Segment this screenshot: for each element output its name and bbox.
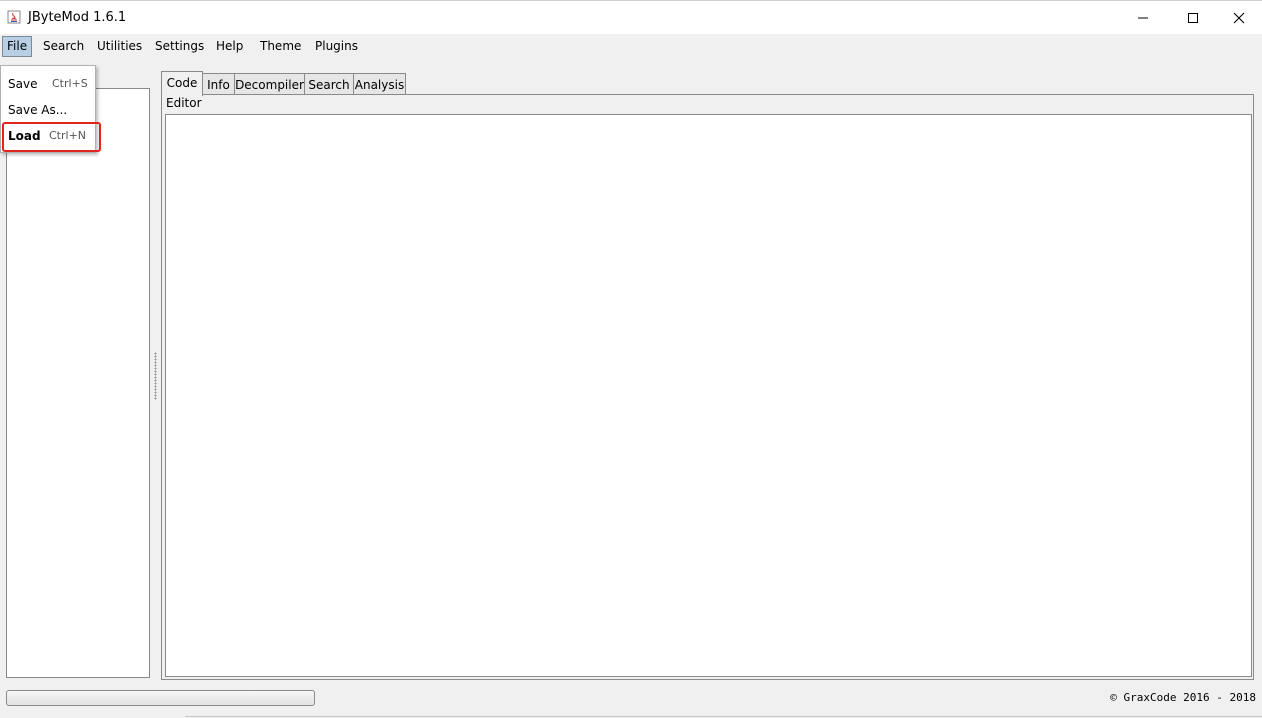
menu-plugins[interactable]: Plugins bbox=[311, 36, 362, 57]
window-bottom-border bbox=[185, 716, 1262, 717]
menu-item-save[interactable]: Save Ctrl+S bbox=[1, 72, 95, 96]
split-pane-divider[interactable] bbox=[154, 352, 157, 400]
menu-item-save-as[interactable]: Save As... bbox=[1, 98, 95, 122]
maximize-icon bbox=[1188, 12, 1198, 23]
minimize-icon bbox=[1138, 17, 1148, 18]
menu-bar: File Search Utilities Settings Help Them… bbox=[0, 34, 1262, 60]
menu-search[interactable]: Search bbox=[39, 36, 88, 57]
load-highlight-box bbox=[2, 122, 101, 152]
tab-analysis[interactable]: Analysis bbox=[353, 73, 406, 95]
close-button[interactable] bbox=[1216, 1, 1262, 34]
tab-decompiler[interactable]: Decompiler bbox=[234, 73, 305, 95]
title-bar: JByteMod 1.6.1 bbox=[0, 0, 1262, 34]
tab-code[interactable]: Code bbox=[161, 71, 203, 96]
code-editor[interactable] bbox=[165, 114, 1252, 677]
tab-search[interactable]: Search bbox=[304, 73, 354, 95]
java-app-icon bbox=[7, 10, 21, 24]
progress-bar bbox=[6, 690, 315, 706]
maximize-button[interactable] bbox=[1170, 1, 1216, 34]
menu-settings[interactable]: Settings bbox=[151, 36, 208, 57]
menu-item-label: Save As... bbox=[8, 103, 68, 117]
tab-info[interactable]: Info bbox=[202, 73, 235, 95]
menu-help[interactable]: Help bbox=[212, 36, 247, 57]
close-icon bbox=[1233, 12, 1245, 23]
minimize-button[interactable] bbox=[1120, 1, 1166, 34]
menu-theme[interactable]: Theme bbox=[256, 36, 305, 57]
menu-item-shortcut: Ctrl+S bbox=[52, 77, 88, 90]
class-tree-panel[interactable] bbox=[6, 88, 150, 678]
copyright-text: © GraxCode 2016 - 2018 bbox=[1110, 691, 1256, 704]
menu-utilities[interactable]: Utilities bbox=[93, 36, 146, 57]
window-title: JByteMod 1.6.1 bbox=[28, 10, 127, 25]
menu-file[interactable]: File bbox=[2, 36, 33, 57]
menu-item-label: Save bbox=[8, 77, 38, 91]
editor-label: Editor bbox=[166, 96, 202, 110]
